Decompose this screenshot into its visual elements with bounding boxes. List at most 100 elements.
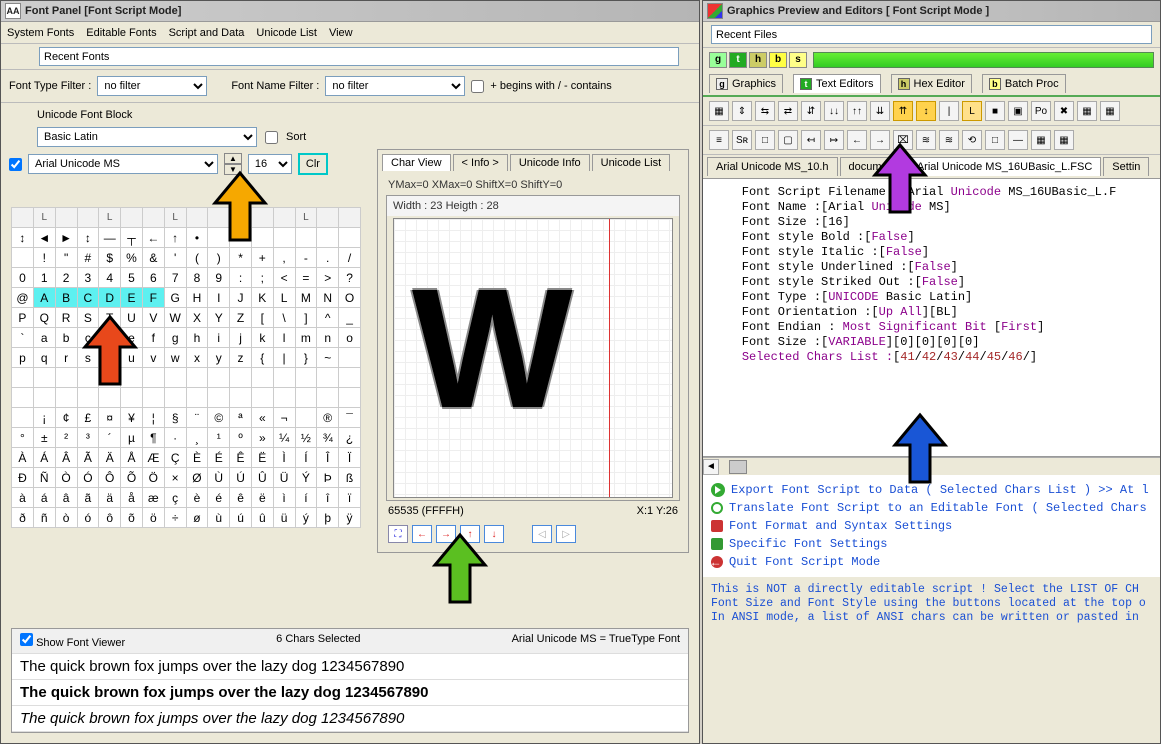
char-cell[interactable] xyxy=(208,228,230,248)
char-cell[interactable]: Ï xyxy=(339,448,361,468)
toolbar-btn-15[interactable]: ✖ xyxy=(1054,101,1074,121)
char-cell[interactable]: N xyxy=(317,288,339,308)
editor-tab-text-editors[interactable]: tText Editors xyxy=(793,74,880,93)
char-cell[interactable]: 3 xyxy=(77,268,99,288)
char-cell[interactable] xyxy=(77,388,99,408)
toolbar-btn-6[interactable]: ← xyxy=(847,130,867,150)
char-cell[interactable]: a xyxy=(33,328,55,348)
char-cell[interactable]: æ xyxy=(142,488,164,508)
toolbar-btn-10[interactable]: | xyxy=(939,101,959,121)
char-cell[interactable]: Á xyxy=(33,448,55,468)
char-cell[interactable]: f xyxy=(142,328,164,348)
char-cell[interactable]: | xyxy=(273,348,295,368)
char-cell[interactable] xyxy=(295,228,317,248)
char-cell[interactable]: • xyxy=(186,228,208,248)
char-cell[interactable]: Ó xyxy=(77,468,99,488)
char-cell[interactable]: Ú xyxy=(230,468,252,488)
char-cell[interactable]: & xyxy=(142,248,164,268)
nav-up-icon[interactable]: ↑ xyxy=(460,525,480,543)
char-cell[interactable]: É xyxy=(208,448,230,468)
char-cell[interactable] xyxy=(251,368,273,388)
char-cell[interactable]: û xyxy=(251,508,273,528)
char-cell[interactable] xyxy=(295,408,317,428)
char-cell[interactable]: ´ xyxy=(99,428,121,448)
stepper-up-button[interactable]: ▲ xyxy=(224,153,242,164)
char-cell[interactable]: Þ xyxy=(317,468,339,488)
char-cell[interactable] xyxy=(55,388,77,408)
action-specific-font-settings[interactable]: Specific Font Settings xyxy=(711,535,1152,553)
nav-prev-icon[interactable]: ◁ xyxy=(532,525,552,543)
color-tab-g[interactable]: g xyxy=(709,52,727,68)
char-cell[interactable]: ? xyxy=(339,268,361,288)
char-cell[interactable]: U xyxy=(121,308,143,328)
char-cell[interactable]: ÿ xyxy=(339,508,361,528)
clr-button[interactable]: Clr xyxy=(298,153,328,175)
char-cell[interactable]: P xyxy=(12,308,34,328)
char-cell[interactable]: R xyxy=(55,308,77,328)
char-cell[interactable]: C xyxy=(77,288,99,308)
char-cell[interactable]: Î xyxy=(317,448,339,468)
char-cell[interactable]: V xyxy=(142,308,164,328)
char-cell[interactable]: Ò xyxy=(55,468,77,488)
char-cell[interactable]: ¡ xyxy=(33,408,55,428)
toolbar-btn-3[interactable]: ▢ xyxy=(778,130,798,150)
char-cell[interactable]: t xyxy=(99,348,121,368)
char-cell[interactable]: í xyxy=(295,488,317,508)
char-cell[interactable]: l xyxy=(273,328,295,348)
action-export-font-script[interactable]: Export Font Script to Data ( Selected Ch… xyxy=(711,481,1152,499)
action-quit-font-script[interactable]: Quit Font Script Mode xyxy=(711,553,1152,571)
char-cell[interactable]: 6 xyxy=(142,268,164,288)
char-cell[interactable]: ¦ xyxy=(142,408,164,428)
char-cell[interactable]: ~ xyxy=(317,348,339,368)
char-cell[interactable]: ÷ xyxy=(164,508,186,528)
char-cell[interactable]: { xyxy=(251,348,273,368)
char-cell[interactable]: : xyxy=(230,268,252,288)
char-cell[interactable] xyxy=(12,388,34,408)
menu-script-and-data[interactable]: Script and Data xyxy=(169,27,245,39)
char-cell[interactable]: § xyxy=(164,408,186,428)
char-cell[interactable]: Ä xyxy=(99,448,121,468)
toolbar-btn-13[interactable]: — xyxy=(1008,130,1028,150)
char-cell[interactable]: ã xyxy=(77,488,99,508)
char-cell[interactable]: 9 xyxy=(208,268,230,288)
char-cell[interactable]: @ xyxy=(12,288,34,308)
char-cell[interactable]: J xyxy=(230,288,252,308)
char-cell[interactable]: [ xyxy=(251,308,273,328)
char-cell[interactable] xyxy=(339,368,361,388)
char-cell[interactable]: y xyxy=(208,348,230,368)
char-cell[interactable] xyxy=(273,388,295,408)
char-cell[interactable]: ì xyxy=(273,488,295,508)
char-cell[interactable]: ë xyxy=(251,488,273,508)
toolbar-btn-9[interactable]: ↕ xyxy=(916,101,936,121)
char-cell[interactable]: Í xyxy=(295,448,317,468)
toolbar-btn-8[interactable]: ⇈ xyxy=(893,101,913,121)
font-type-filter-select[interactable]: no filter xyxy=(97,76,207,96)
char-cell[interactable]: 5 xyxy=(121,268,143,288)
char-cell[interactable]: \ xyxy=(273,308,295,328)
toolbar-btn-13[interactable]: ▣ xyxy=(1008,101,1028,121)
menu-system-fonts[interactable]: System Fonts xyxy=(7,27,74,39)
char-cell[interactable]: ¤ xyxy=(99,408,121,428)
char-cell[interactable]: Ö xyxy=(142,468,164,488)
char-cell[interactable]: Ù xyxy=(208,468,230,488)
char-cell[interactable]: M xyxy=(295,288,317,308)
char-cell[interactable]: Ì xyxy=(273,448,295,468)
char-cell[interactable]: ¬ xyxy=(273,408,295,428)
char-cell[interactable]: ª xyxy=(230,408,252,428)
char-cell[interactable]: þ xyxy=(317,508,339,528)
char-cell[interactable]: Ð xyxy=(12,468,34,488)
char-cell[interactable]: < xyxy=(273,268,295,288)
toolbar-btn-7[interactable]: ⇊ xyxy=(870,101,890,121)
char-cell[interactable]: W xyxy=(164,308,186,328)
char-cell[interactable]: ┬ xyxy=(121,228,143,248)
char-cell[interactable]: _ xyxy=(339,308,361,328)
color-tab-t[interactable]: t xyxy=(729,52,747,68)
char-cell[interactable]: / xyxy=(339,248,361,268)
char-cell[interactable]: ä xyxy=(99,488,121,508)
action-font-format-and[interactable]: Font Format and Syntax Settings xyxy=(711,517,1152,535)
toolbar-btn-2[interactable]: ⇆ xyxy=(755,101,775,121)
font-name-filter-select[interactable]: no filter xyxy=(325,76,465,96)
font-enable-checkbox[interactable] xyxy=(9,158,22,171)
char-cell[interactable]: $ xyxy=(99,248,121,268)
char-cell[interactable]: 2 xyxy=(55,268,77,288)
